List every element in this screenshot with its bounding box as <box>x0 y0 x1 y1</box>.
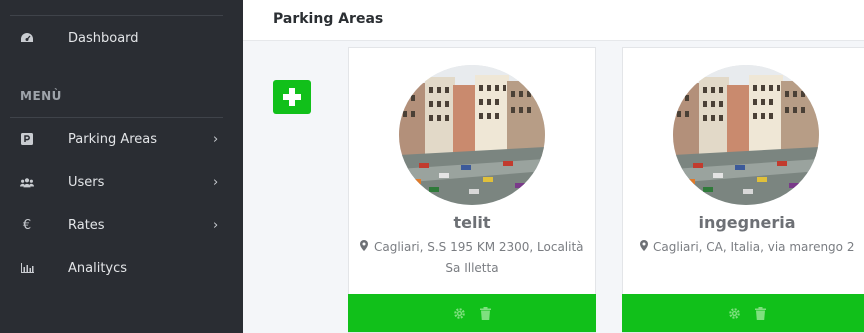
sidebar-item-parking-areas[interactable]: Parking Areas › <box>0 125 243 153</box>
gear-icon[interactable] <box>452 306 466 320</box>
euro-icon: € <box>22 217 32 233</box>
dashboard-gauge-icon <box>20 31 34 45</box>
chevron-right-icon: › <box>213 174 219 190</box>
sidebar-section-label: MENÙ <box>20 89 62 103</box>
sidebar-item-label: Rates <box>68 217 105 233</box>
parking-area-address: Cagliari, CA, Italia, via marengo 2 <box>633 237 861 258</box>
parking-area-card: ingegneria Cagliari, CA, Italia, via mar… <box>622 47 864 333</box>
sidebar-item-label: Users <box>68 174 105 190</box>
sidebar-item-dashboard[interactable]: Dashboard <box>0 24 243 52</box>
card-actions-bar <box>622 294 864 332</box>
parking-area-photo <box>673 65 819 205</box>
address-text: Cagliari, CA, Italia, via marengo 2 <box>653 240 855 254</box>
sidebar-item-label: Parking Areas <box>68 131 158 147</box>
map-marker-icon <box>639 240 652 254</box>
sidebar-item-label: Analitycs <box>68 260 128 276</box>
users-icon <box>20 175 34 189</box>
bar-chart-icon <box>20 261 34 275</box>
sidebar-item-users[interactable]: Users › <box>0 168 243 196</box>
sidebar: Dashboard MENÙ Parking Areas › Users › €… <box>0 0 243 333</box>
parking-icon <box>20 132 34 146</box>
page-header: Parking Areas <box>243 0 864 41</box>
sidebar-item-label: Dashboard <box>68 30 139 46</box>
address-text: Cagliari, S.S 195 KM 2300, Località Sa I… <box>373 240 584 275</box>
parking-area-card: telit Cagliari, S.S 195 KM 2300, Localit… <box>348 47 596 333</box>
sidebar-item-rates[interactable]: € Rates › <box>0 211 243 239</box>
trash-icon[interactable] <box>478 306 492 320</box>
gear-icon[interactable] <box>727 306 741 320</box>
page-title: Parking Areas <box>273 11 384 27</box>
add-parking-area-button[interactable] <box>273 80 311 114</box>
parking-area-photo <box>399 65 545 205</box>
sidebar-divider <box>10 15 223 16</box>
sidebar-item-analitycs[interactable]: Analitycs <box>0 254 243 282</box>
chevron-right-icon: › <box>213 217 219 233</box>
chevron-right-icon: › <box>213 131 219 147</box>
trash-icon[interactable] <box>753 306 767 320</box>
parking-area-name: telit <box>453 213 491 232</box>
plus-icon <box>283 88 301 106</box>
parking-area-name: ingegneria <box>698 213 796 232</box>
sidebar-divider <box>10 117 223 118</box>
card-actions-bar <box>348 294 596 332</box>
parking-area-address: Cagliari, S.S 195 KM 2300, Località Sa I… <box>359 237 585 278</box>
map-marker-icon <box>360 240 372 254</box>
